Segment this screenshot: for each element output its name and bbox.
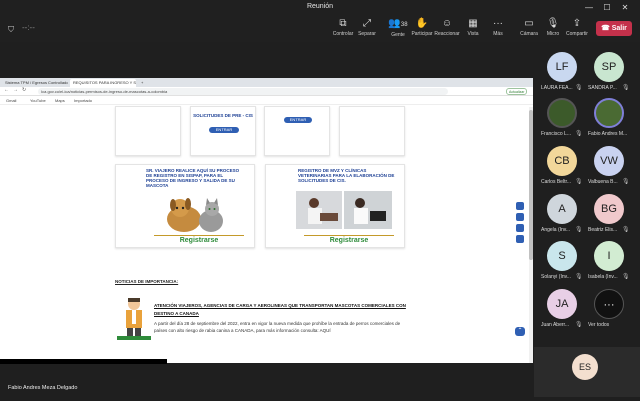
vet-registration-card: REGISTRO DE MVZ Y CLÍNICAS VETERINARIAS …: [265, 164, 405, 248]
muted-mic-icon: 🎙: [575, 322, 583, 328]
divider: [304, 235, 394, 236]
accessibility-button[interactable]: [516, 224, 524, 232]
browser-address-bar: ← → ↻ Ica.gov.co/el-ica/noticias-permiso…: [0, 87, 533, 96]
participant-name: LAURA FEA...: [541, 85, 573, 91]
self-view: ES: [534, 347, 640, 397]
muted-mic-icon: 🎙: [575, 274, 583, 280]
url-field[interactable]: Ica.gov.co/el-ica/noticias-permisos-de-i…: [38, 88, 448, 95]
participant-avatar[interactable]: BG: [594, 194, 624, 224]
accessibility-button[interactable]: [516, 235, 524, 243]
pop-out-icon: ⤢: [363, 18, 371, 29]
participant-name: Fabio Andres M...: [588, 131, 628, 137]
pets-image: [167, 198, 223, 232]
enter-button[interactable]: ENTRAR: [284, 117, 312, 123]
participant-name: Carlos Beltr...: [541, 179, 572, 185]
participant-name: Ver todos: [588, 322, 610, 328]
info-card: ENTRAR: [264, 106, 330, 156]
participant-avatar[interactable]: SP: [594, 52, 624, 82]
vet-registration-title: REGISTRO DE MVZ Y CLÍNICAS VETERINARIAS …: [298, 168, 395, 183]
browser-tab[interactable]: Sistema TPM / Egresos Controllado: [2, 79, 68, 87]
participant-name: SANDRA P...: [588, 85, 617, 91]
leave-button[interactable]: ☎ Salir: [596, 21, 632, 36]
bookmarks-bar: Gmail YouTube Maps Importado: [0, 96, 533, 105]
window-title: Reunión: [306, 3, 334, 10]
participant-avatar[interactable]: A: [547, 194, 577, 224]
more-button[interactable]: ··· Más: [483, 18, 513, 37]
register-traveler-button[interactable]: Registrarse: [174, 237, 224, 244]
self-avatar: ES: [572, 354, 598, 380]
shared-screen: Sistema TPM / Egresos Controllado REQUIS…: [0, 78, 533, 363]
page-scrollbar[interactable]: [529, 107, 533, 363]
muted-mic-icon: 🎙: [575, 85, 583, 91]
news-header: NOTICIAS DE IMPORTANCIA:: [115, 279, 179, 284]
participant-avatar[interactable]: S: [547, 241, 577, 271]
accessibility-button[interactable]: [516, 213, 524, 221]
minimize-button[interactable]: —: [582, 2, 596, 14]
accessibility-controls: [515, 200, 525, 248]
shield-icon[interactable]: ⛉: [8, 25, 14, 35]
participant-name: Angela (Inv...: [541, 227, 571, 233]
businessman-image: [117, 298, 151, 340]
participant-name: Valbuena B...: [588, 179, 618, 185]
phone-icon: ☎: [601, 25, 612, 32]
browser-tabstrip: Sistema TPM / Egresos Controllado REQUIS…: [0, 78, 533, 87]
reload-icon[interactable]: ↻: [22, 87, 26, 93]
participant-avatar[interactable]: LF: [547, 52, 577, 82]
news-title[interactable]: ATENCIÓN VIAJEROS, AGENCIAS DE CARGA Y A…: [154, 302, 409, 318]
meeting-timer-icon: --:--: [22, 23, 35, 32]
vets-image: [296, 191, 392, 229]
pre-cis-card: SOLICITUDES DE PRE - CIS ENTRAR: [190, 106, 256, 156]
info-card: [339, 106, 405, 156]
accessibility-button[interactable]: [516, 202, 524, 210]
participant-name: Isabela (Inv...: [588, 274, 618, 280]
muted-mic-icon: 🎙: [622, 227, 630, 233]
new-tab-button[interactable]: +: [138, 79, 146, 87]
forward-icon[interactable]: →: [13, 87, 18, 93]
share-icon: ⇪: [572, 18, 582, 29]
close-window-button[interactable]: ✕: [618, 2, 632, 14]
see-all-button[interactable]: ···: [594, 289, 624, 319]
back-icon[interactable]: ←: [4, 87, 9, 93]
bookmark-maps[interactable]: Maps: [55, 97, 65, 104]
participant-avatar[interactable]: I: [594, 241, 624, 271]
more-icon: ···: [493, 18, 503, 29]
bookmark-gmail[interactable]: Gmail: [6, 97, 16, 104]
muted-mic-icon: 🎙: [622, 179, 630, 185]
info-card: [115, 106, 181, 156]
presenter-name: Fabio Andres Meza Delgado: [8, 385, 78, 391]
participant-avatar[interactable]: [594, 98, 624, 128]
participant-avatar[interactable]: CB: [547, 146, 577, 176]
share-button[interactable]: ⇪ Compartir: [562, 18, 592, 37]
muted-mic-icon: 🎙: [622, 274, 630, 280]
participant-name: Juan Aberr...: [541, 322, 570, 328]
browser-tab-active[interactable]: REQUISITOS PARA INGRESO Y SALIDA DE MASC…: [70, 79, 136, 87]
participant-name: Solanyi (Inv...: [541, 274, 571, 280]
traveler-registration-card: SR. VIAJERO REALICE AQUÍ SU PROCESO DE R…: [115, 164, 255, 248]
window-title-bar: Reunión — ☐ ✕: [0, 0, 640, 16]
meeting-toolbar: ⛉ --:-- ⧉ Controlar ⤢ Separar 👥38 Gente …: [0, 16, 640, 42]
pop-out-button[interactable]: ⤢ Separar: [352, 18, 382, 37]
participant-avatar[interactable]: [547, 98, 577, 128]
muted-mic-icon: 🎙: [575, 131, 583, 137]
enter-button[interactable]: ENTRAR: [209, 127, 239, 133]
muted-mic-icon: 🎙: [575, 227, 583, 233]
bookmark-youtube[interactable]: YouTube: [30, 97, 46, 104]
card-title: SOLICITUDES DE PRE - CIS: [193, 113, 253, 118]
muted-mic-icon: 🎙: [622, 85, 630, 91]
update-chip[interactable]: Actualizar: [506, 88, 528, 95]
participant-name: Francisco L...: [541, 131, 572, 137]
participant-name: Beatriz Elis...: [588, 227, 618, 233]
muted-mic-icon: 🎙: [575, 179, 583, 185]
bookmark-importado[interactable]: Importado: [74, 97, 92, 104]
participant-avatar[interactable]: JA: [547, 289, 577, 319]
news-body: A partir del día 28 de septiembre del 20…: [154, 321, 401, 333]
scroll-top-button[interactable]: ⌃: [515, 327, 525, 336]
traveler-registration-title: SR. VIAJERO REALICE AQUÍ SU PROCESO DE R…: [146, 168, 240, 188]
presenter-strip: [0, 359, 167, 364]
register-vet-button[interactable]: Registrarse: [324, 237, 374, 244]
participant-avatar[interactable]: VW: [594, 146, 624, 176]
web-page: SOLICITUDES DE PRE - CIS ENTRAR ENTRAR S…: [0, 106, 533, 363]
divider: [154, 235, 244, 236]
maximize-button[interactable]: ☐: [600, 2, 614, 14]
